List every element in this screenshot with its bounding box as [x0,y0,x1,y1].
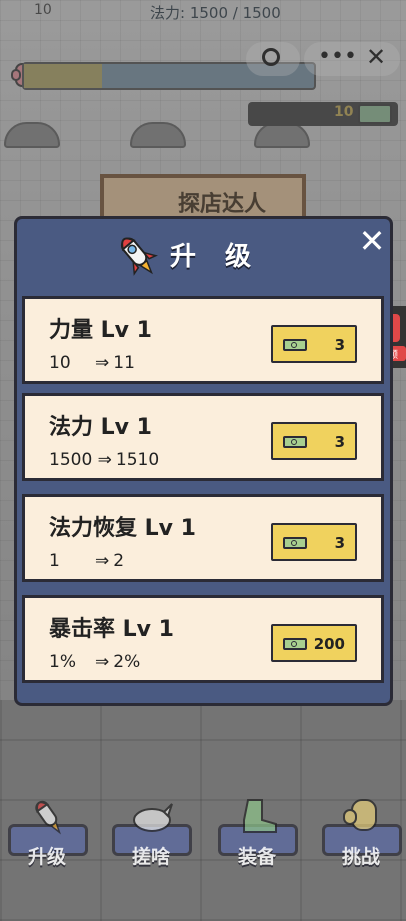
cash-icon [283,638,307,650]
nav-label: 挑战 [341,846,380,868]
arrow-icon: ⇒ [97,450,112,470]
close-modal-button[interactable]: ✕ [355,224,389,258]
boot-icon [243,799,277,833]
nav-rub[interactable]: 搓啥 [108,800,194,870]
upgrade-card-mana-regen: 法力恢复 Lv 1 1 ⇒ 2 3 [22,494,384,582]
arrow-icon: ⇒ [95,652,110,672]
nav-challenge[interactable]: 挑战 [318,799,404,870]
nav-equip[interactable]: 装备 [214,799,300,870]
rocket-icon [35,800,61,835]
current-value: 1500 [49,450,93,470]
next-value: 2 [113,551,125,571]
rocket-icon [120,237,158,276]
upgrade-card-mana: 法力 Lv 1 1500 ⇒ 1510 3 [22,393,384,481]
cash-icon [283,537,307,549]
upgrade-values: 1500 ⇒ 1510 [49,450,159,470]
next-value: 11 [113,353,135,373]
buy-button[interactable]: 3 [271,422,357,460]
upgrade-card-strength: 力量 Lv 1 10 ⇒ 11 3 [22,296,384,384]
upgrade-values: 10 ⇒ 11 [49,353,135,373]
nav-label: 升级 [27,846,66,868]
upgrade-values: 1 ⇒ 2 [49,551,124,571]
glove-icon [343,799,377,831]
buy-button[interactable]: 3 [271,523,357,561]
cash-icon [283,339,307,351]
upgrade-title: 法力 Lv 1 [49,415,152,440]
nav-upgrade[interactable]: 升级 [4,800,90,870]
rhino-icon [133,803,173,832]
upgrade-values: 1% ⇒ 2% [49,652,140,672]
next-value: 2% [113,652,141,672]
nav-label: 装备 [237,846,276,868]
cash-icon [283,436,307,448]
upgrade-title: 暴击率 Lv 1 [49,617,174,642]
buy-button[interactable]: 200 [271,624,357,662]
price: 3 [334,534,345,552]
current-value: 1 [49,551,60,571]
price: 3 [334,336,345,354]
arrow-icon: ⇒ [95,353,110,373]
current-value: 10 [49,353,71,373]
next-value: 1510 [115,450,160,470]
modal-title: 升 级 [170,242,262,272]
current-value: 1% [49,652,76,672]
price: 3 [334,433,345,451]
upgrade-title: 力量 Lv 1 [49,318,152,343]
upgrade-title: 法力恢复 Lv 1 [49,516,196,541]
arrow-icon: ⇒ [95,551,110,571]
price: 200 [313,635,345,653]
nav-label: 搓啥 [131,846,170,868]
upgrade-card-crit: 暴击率 Lv 1 1% ⇒ 2% 200 [22,595,384,683]
buy-button[interactable]: 3 [271,325,357,363]
